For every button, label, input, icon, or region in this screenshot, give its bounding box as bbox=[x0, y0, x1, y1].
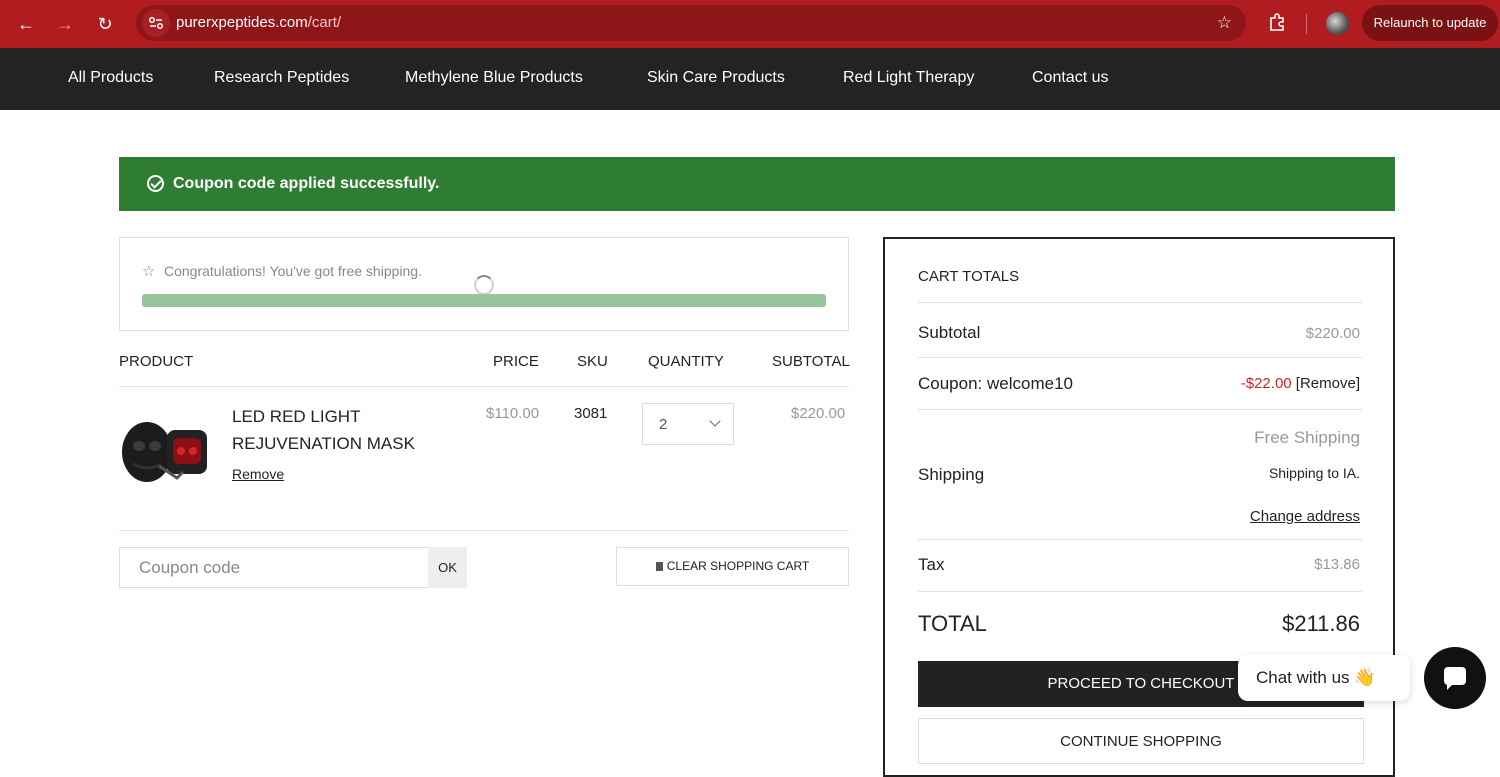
chat-bubble-icon bbox=[1444, 667, 1466, 690]
subtotal-value: $220.00 bbox=[1305, 325, 1360, 342]
header-price: PRICE bbox=[493, 353, 539, 370]
item-subtotal: $220.00 bbox=[791, 405, 846, 422]
site-navigation: All Products Research Peptides Methylene… bbox=[0, 48, 1500, 110]
total-label: TOTAL bbox=[918, 611, 987, 636]
reload-icon[interactable]: ↻ bbox=[93, 12, 117, 36]
remove-item-link[interactable]: Remove bbox=[232, 466, 284, 482]
header-subtotal: SUBTOTAL bbox=[772, 353, 850, 370]
total-value: $211.86 bbox=[1282, 611, 1360, 636]
clear-cart-button[interactable]: CLEAR SHOPPING CART bbox=[616, 547, 849, 586]
totals-divider bbox=[918, 357, 1362, 358]
nav-methylene-blue-products[interactable]: Methylene Blue Products bbox=[405, 69, 583, 87]
totals-divider bbox=[918, 302, 1362, 303]
toolbar-divider bbox=[1306, 14, 1307, 34]
coupon-label: Coupon: welcome10 bbox=[918, 374, 1073, 393]
coupon-field[interactable] bbox=[119, 547, 428, 588]
totals-divider bbox=[918, 409, 1362, 410]
chevron-down-icon bbox=[709, 415, 721, 427]
waving-hand-icon: 👋 bbox=[1354, 668, 1376, 687]
back-arrow-icon[interactable]: ← bbox=[14, 12, 38, 36]
free-shipping-box: ☆ Congratulations! You've got free shipp… bbox=[119, 237, 849, 331]
bookmark-star-icon[interactable]: ☆ bbox=[1217, 13, 1232, 33]
chat-prompt[interactable]: Chat with us 👋 bbox=[1238, 655, 1410, 701]
shipping-destination: Shipping to IA. bbox=[1268, 465, 1360, 481]
free-shipping-progress-bar bbox=[142, 294, 826, 307]
success-notice: Coupon code applied successfully. bbox=[119, 157, 1395, 211]
nav-contact-us[interactable]: Contact us bbox=[1032, 69, 1108, 87]
success-message: Coupon code applied successfully. bbox=[173, 175, 440, 192]
nav-red-light-therapy[interactable]: Red Light Therapy bbox=[843, 69, 974, 87]
star-outline-icon: ☆ bbox=[142, 263, 156, 280]
header-product: PRODUCT bbox=[119, 353, 194, 370]
extensions-icon[interactable] bbox=[1266, 12, 1288, 34]
table-divider bbox=[119, 530, 849, 531]
remove-coupon-link[interactable]: [Remove] bbox=[1296, 375, 1360, 392]
product-name[interactable]: LED RED LIGHT REJUVENATION MASK bbox=[232, 403, 462, 457]
subtotal-label: Subtotal bbox=[918, 323, 981, 342]
apply-coupon-button[interactable]: OK bbox=[428, 547, 467, 588]
site-info-icon[interactable] bbox=[142, 9, 170, 37]
coupon-discount: -$22.00 bbox=[1240, 375, 1292, 392]
quantity-select[interactable]: 2 bbox=[642, 403, 734, 445]
item-price: $110.00 bbox=[486, 405, 540, 422]
check-circle-icon bbox=[147, 175, 164, 192]
coupon-discount-row: -$22.00 [Remove] bbox=[1241, 375, 1360, 392]
url-text: purerxpeptides.com/cart/ bbox=[176, 14, 342, 31]
shipping-method: Free Shipping bbox=[1254, 428, 1360, 447]
relaunch-button[interactable]: Relaunch to update bbox=[1362, 5, 1498, 41]
free-shipping-message: Congratulations! You've got free shippin… bbox=[164, 263, 422, 279]
continue-shopping-button[interactable]: CONTINUE SHOPPING bbox=[918, 718, 1364, 764]
coupon-code-input[interactable] bbox=[120, 548, 428, 587]
table-divider bbox=[119, 386, 849, 387]
chat-label: Chat with us bbox=[1256, 668, 1350, 687]
quantity-value: 2 bbox=[659, 416, 668, 433]
item-sku: 3081 bbox=[574, 405, 608, 422]
chat-launcher-button[interactable] bbox=[1424, 647, 1486, 709]
address-bar[interactable]: purerxpeptides.com/cart/ ☆ bbox=[136, 5, 1246, 41]
cart-totals-heading: CART TOTALS bbox=[918, 268, 1020, 285]
nav-all-products[interactable]: All Products bbox=[68, 69, 153, 87]
product-image[interactable] bbox=[119, 408, 211, 494]
forward-arrow-icon[interactable]: → bbox=[53, 12, 77, 36]
shipping-label: Shipping bbox=[918, 465, 985, 484]
totals-divider bbox=[918, 591, 1362, 592]
nav-skin-care-products[interactable]: Skin Care Products bbox=[647, 69, 785, 87]
clear-cart-label: CLEAR SHOPPING CART bbox=[666, 559, 810, 573]
progress-fill bbox=[142, 294, 826, 307]
tax-value: $13.86 bbox=[1314, 556, 1360, 573]
header-sku: SKU bbox=[577, 353, 608, 370]
profile-avatar[interactable] bbox=[1326, 12, 1349, 35]
nav-research-peptides[interactable]: Research Peptides bbox=[214, 69, 349, 87]
loading-spinner-icon bbox=[474, 275, 494, 295]
tax-label: Tax bbox=[918, 555, 945, 574]
header-quantity: QUANTITY bbox=[648, 353, 724, 370]
change-address-link[interactable]: Change address bbox=[1250, 508, 1360, 525]
trash-icon bbox=[655, 562, 663, 571]
browser-toolbar: ← → ↻ purerxpeptides.com/cart/ ☆ Relaunc… bbox=[0, 0, 1500, 48]
totals-divider bbox=[918, 539, 1362, 540]
